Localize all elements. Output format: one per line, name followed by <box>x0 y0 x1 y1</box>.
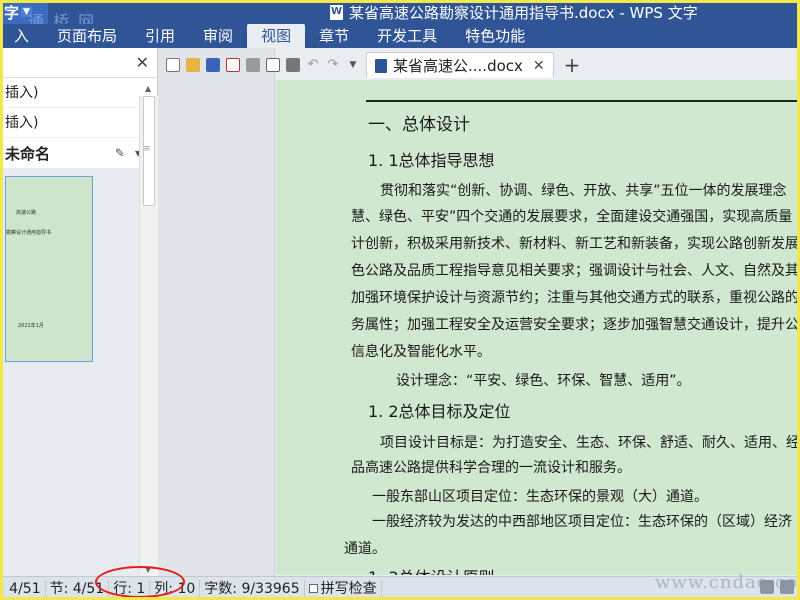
menu-bar: 入 页面布局 引用 审阅 视图 章节 开发工具 特色功能 <box>0 24 800 48</box>
undo-icon[interactable]: ↶ <box>306 58 320 72</box>
menu-review[interactable]: 审阅 <box>189 24 247 48</box>
panel-header: ✕ <box>3 48 157 78</box>
spell-check-toggle[interactable]: 拼写检查 <box>305 579 382 598</box>
pencil-icon[interactable]: ✎ <box>115 146 125 160</box>
menu-references[interactable]: 引用 <box>131 24 189 48</box>
thumb-line-2: 勘察设计通用指导书 <box>6 230 52 236</box>
paragraph-line: 加强环境保护设计与资源节约；注重与其他交通方式的联系，重视公路的 <box>351 290 797 306</box>
paragraph-line: 项目设计目标是：为打造安全、生态、环保、舒适、耐久、适用、经 <box>380 435 797 451</box>
view-mode-icon[interactable] <box>760 580 774 594</box>
app-name: 字 <box>4 3 20 22</box>
close-icon[interactable]: ✕ <box>533 58 545 74</box>
highlight-annotation <box>95 566 185 598</box>
new-document-icon[interactable] <box>166 58 180 72</box>
save-icon[interactable] <box>206 58 220 72</box>
redo-icon[interactable]: ↷ <box>326 58 340 72</box>
spell-check-label: 拼写检查 <box>320 580 377 597</box>
thumb-line-1: 高速公路 <box>16 210 37 216</box>
wps-document-icon <box>375 58 387 73</box>
menu-page-layout[interactable]: 页面布局 <box>43 24 131 48</box>
paragraph-line: 一般经济较为发达的中西部地区项目定位：生态环保的（区域）经济 <box>372 514 792 530</box>
paragraph-line: 一般东部山区项目定位：生态环保的景观（大）通道。 <box>372 489 708 505</box>
print-preview-icon[interactable] <box>266 58 280 72</box>
menu-chapter[interactable]: 章节 <box>305 24 363 48</box>
format-painter-icon[interactable] <box>286 58 300 72</box>
paragraph-line: 品高速公路提供科学合理的一流设计和服务。 <box>351 460 631 476</box>
print-icon[interactable] <box>246 58 260 72</box>
heading-1-1: 1. 1总体指导思想 <box>368 151 495 170</box>
paragraph-line: 务属性；加强工程安全及运营安全要求；逐步加强智慧交通设计，提升公 <box>351 317 797 333</box>
paragraph-line: 贯彻和落实“创新、协调、绿色、开放、共享”五位一体的发展理念 <box>380 183 787 199</box>
paragraph-line: 慧、绿色、平安”四个交通的发展要求，全面建设交通强国，实现高质量 <box>351 209 793 225</box>
menu-special-features[interactable]: 特色功能 <box>451 24 539 48</box>
design-concept-line: 设计理念：“平安、绿色、环保、智慧、适用”。 <box>396 373 691 389</box>
document-tab-label: 某省高速公....docx <box>393 57 523 75</box>
add-tab-icon[interactable]: + <box>564 53 581 77</box>
export-pdf-icon[interactable] <box>226 58 240 72</box>
status-page[interactable]: 页: 4/51 <box>0 579 46 598</box>
thumb-line-3: 2021年1月 <box>18 323 44 329</box>
wps-document-icon <box>330 5 343 20</box>
menu-insert[interactable]: 入 <box>0 24 43 48</box>
spell-check-checkbox[interactable] <box>308 584 318 593</box>
document-gutter <box>158 48 275 576</box>
scroll-up-icon[interactable]: ▲ <box>145 84 151 93</box>
status-word-count[interactable]: 字数: 9/33965 <box>200 579 305 598</box>
heading-1-3: 1. 3总体设计原则 <box>368 564 495 575</box>
page-thumbnail[interactable]: 高速公路 勘察设计通用指导书 2021年1月 <box>5 176 93 362</box>
paragraph-line: 计创新，积极采用新技术、新材料、新工艺和新装备，实现公路创新发展 <box>351 236 797 252</box>
menu-view[interactable]: 视图 <box>247 24 306 48</box>
quick-toolbar: ↶ ↷ ▼ 某省高速公....docx ✕ + <box>160 52 797 78</box>
document-page[interactable]: 一、总体设计 1. 1总体指导思想 贯彻和落实“创新、协调、绿色、开放、共享”五… <box>276 80 797 575</box>
panel-rename-row: 未命名 ✎ ▾ <box>3 138 157 168</box>
unnamed-label: 未命名 <box>5 144 51 163</box>
window-title-text: 某省高速公路勘察设计通用指导书.docx - WPS 文字 <box>349 4 698 22</box>
paragraph-line: 色公路及品质工程指导意见相关要求；强调设计与社会、人文、自然及其 <box>351 263 797 279</box>
heading-1-2: 1. 2总体目标及定位 <box>368 402 511 421</box>
document-tab[interactable]: 某省高速公....docx ✕ <box>366 52 554 78</box>
thumbnail-list: 高速公路 勘察设计通用指导书 2021年1月 <box>3 168 139 576</box>
customize-toolbar-icon[interactable]: ▼ <box>346 58 360 72</box>
heading-1: 一、总体设计 <box>368 115 470 135</box>
panel-row-insert-2[interactable]: 插入) <box>3 108 157 138</box>
header-rule <box>366 100 797 102</box>
panel-scrollbar[interactable]: ▲ ≡ ▼ <box>139 84 158 576</box>
paragraph-line: 信息化及智能化水平。 <box>351 344 491 360</box>
layout-icon[interactable] <box>780 580 794 594</box>
menu-developer-tools[interactable]: 开发工具 <box>363 24 451 48</box>
panel-row-insert-1[interactable]: 插入) <box>3 78 157 108</box>
navigation-panel: ✕ 插入) 插入) 未命名 ✎ ▾ 高速公路 勘察设计通用指导书 2021年1月… <box>3 48 158 576</box>
close-icon[interactable]: ✕ <box>136 53 149 72</box>
open-folder-icon[interactable] <box>186 58 200 72</box>
title-bar: 字 ▼ 通 桥 网 某省高速公路勘察设计通用指导书.docx - WPS 文字 <box>0 0 800 31</box>
grip-icon: ≡ <box>143 144 151 154</box>
paragraph-line: 通道。 <box>344 541 386 557</box>
window-title: 某省高速公路勘察设计通用指导书.docx - WPS 文字 <box>330 2 698 23</box>
